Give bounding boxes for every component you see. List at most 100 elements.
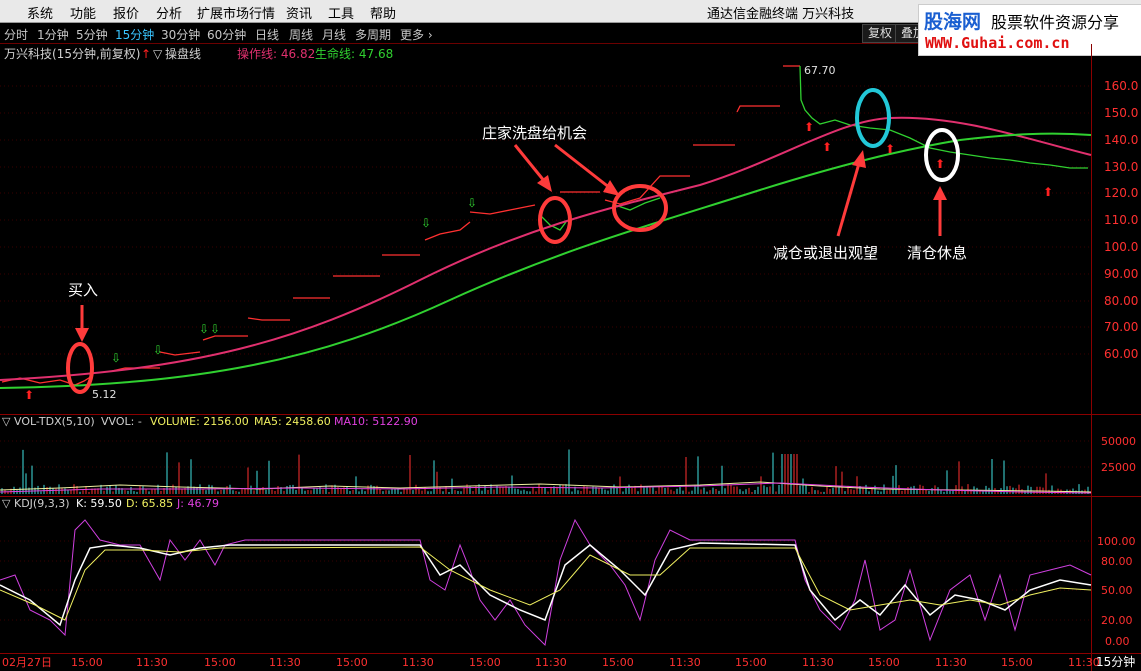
price-tick: 160.0 — [1104, 79, 1138, 93]
time-axis: 02月27日 15:00 11:30 15:00 11:30 15:00 11:… — [2, 656, 1100, 669]
kdj-axis-tick: 0.00 — [1105, 635, 1130, 648]
green-down-arrow-icon: ⇩ — [210, 322, 220, 336]
indicator-name[interactable]: 操盘线 — [165, 46, 201, 61]
clear-annotation: 清仓休息 — [907, 244, 967, 262]
period-daily[interactable]: 日线 — [255, 26, 279, 43]
price-tick: 130.0 — [1104, 160, 1138, 174]
vol-ma10-label: MA10: 5122.90 — [334, 415, 418, 428]
time-label: 11:30 — [802, 656, 834, 669]
buy-annotation: 买入 — [68, 281, 98, 299]
menu-function[interactable]: 功能 — [70, 3, 96, 22]
period-15min[interactable]: 15分钟 — [115, 26, 154, 43]
time-label: 11:30 — [535, 656, 567, 669]
clear-circle — [924, 128, 960, 182]
period-multi[interactable]: 多周期 — [355, 26, 391, 43]
period-1min[interactable]: 1分钟 — [37, 26, 69, 43]
kdj-axis-tick: 100.00 — [1097, 535, 1136, 548]
red-up-arrow-icon: ⬆ — [1043, 185, 1053, 199]
time-label: 11:30 — [1068, 656, 1100, 669]
menu-extended-market[interactable]: 扩展市场行情 — [197, 3, 275, 22]
time-label: 15:00 — [469, 656, 501, 669]
app-title: 通达信金融终端 万兴科技 — [707, 7, 855, 22]
green-down-arrow-icon: ⇩ — [421, 216, 431, 230]
time-label: 15:00 — [336, 656, 368, 669]
time-label: 15:00 — [735, 656, 767, 669]
main-panel-title: 万兴科技(15分钟,前复权) — [4, 46, 140, 61]
time-label: 15:00 — [1001, 656, 1033, 669]
vol-panel-title[interactable]: VOL-TDX(5,10) — [14, 415, 95, 428]
signal-arrows: ⬆ ⇩ ⇩ ⇩ ⇩ ⇩ ⇩ ⬆ ⬆ ⬆ ⬆ ⬆ — [24, 120, 1053, 402]
vol-ma5-label: MA5: 2458.60 — [254, 415, 331, 428]
menu-tools[interactable]: 工具 — [328, 3, 354, 22]
price-tick: 120.0 — [1104, 186, 1138, 200]
red-up-arrow-icon: ⬆ — [885, 142, 895, 156]
kdj-axis-tick: 50.00 — [1101, 584, 1133, 597]
wash-annotation: 庄家洗盘给机会 — [482, 124, 587, 142]
annotations: 买入 庄家洗盘给机会 减仓或退出观望 清仓休息 — [66, 88, 967, 394]
up-arrow-icon: ↑ — [141, 47, 151, 61]
period-weekly[interactable]: 周线 — [289, 26, 313, 43]
high-price-label: 67.70 — [804, 64, 836, 77]
kdj-d-label: D: 65.85 — [126, 497, 173, 510]
logo-text: 股海网 — [924, 11, 982, 33]
red-up-arrow-icon: ⬆ — [822, 140, 832, 154]
period-more[interactable]: 更多 › — [400, 26, 433, 43]
green-down-arrow-icon: ⇩ — [467, 196, 477, 210]
period-60min[interactable]: 60分钟 — [207, 26, 246, 43]
menu-quote[interactable]: 报价 — [113, 3, 139, 22]
triangle-down-icon[interactable]: ▽ — [153, 47, 163, 61]
price-axis: 160.0 150.0 140.0 130.0 120.0 110.0 100.… — [1104, 79, 1138, 361]
kdj-panel-title[interactable]: KDJ(9,3,3) — [14, 497, 70, 510]
time-label: 02月27日 — [2, 656, 52, 669]
adjust-button[interactable]: 复权 — [862, 24, 899, 43]
triangle-down-icon[interactable]: ▽ — [2, 497, 11, 510]
kdj-k-line — [0, 542, 1092, 627]
menu-news[interactable]: 资讯 — [286, 3, 312, 22]
kdj-j-line — [0, 518, 1092, 647]
vol-axis-tick: 50000 — [1101, 435, 1136, 448]
time-label: 11:30 — [669, 656, 701, 669]
menu-help[interactable]: 帮助 — [370, 3, 396, 22]
red-up-arrow-icon: ⬆ — [24, 388, 34, 402]
price-tick: 80.00 — [1104, 294, 1138, 308]
time-label: 15:00 — [71, 656, 103, 669]
period-indicator[interactable]: 15分钟 — [1096, 654, 1135, 669]
price-tick: 140.0 — [1104, 133, 1138, 147]
low-price-label: 5.12 — [92, 388, 117, 401]
time-label: 15:00 — [602, 656, 634, 669]
chart-canvas[interactable]: 万兴科技(15分钟,前复权) ↑ ▽ 操盘线 操作线: 46.82 生命线: 4… — [0, 44, 1141, 671]
price-tick: 90.00 — [1104, 267, 1138, 281]
chevron-right-icon: › — [427, 28, 433, 42]
triangle-down-icon[interactable]: ▽ — [2, 415, 11, 428]
kdj-d-line — [0, 546, 1092, 621]
life-line-label: 生命线: 47.68 — [315, 46, 393, 61]
red-up-arrow-icon: ⬆ — [804, 120, 814, 134]
price-tick: 150.0 — [1104, 106, 1138, 120]
vol-volume-label: VOLUME: 2156.00 — [150, 415, 249, 428]
vol-axis-tick: 25000 — [1101, 461, 1136, 474]
price-tick: 70.00 — [1104, 320, 1138, 334]
period-intraday[interactable]: 分时 — [4, 26, 28, 43]
op-line-label: 操作线: 46.82 — [237, 46, 315, 61]
vol-vvol-label: VVOL: - — [101, 415, 142, 428]
menu-analysis[interactable]: 分析 — [156, 3, 182, 22]
kdj-axis-tick: 80.00 — [1101, 555, 1133, 568]
period-monthly[interactable]: 月线 — [322, 26, 346, 43]
time-label: 11:30 — [269, 656, 301, 669]
time-label: 15:00 — [204, 656, 236, 669]
price-candles — [1, 65, 800, 386]
green-down-arrow-icon: ⇩ — [153, 343, 163, 357]
kdj-k-label: K: 59.50 — [76, 497, 122, 510]
green-down-arrow-icon: ⇩ — [199, 322, 209, 336]
time-label: 11:30 — [136, 656, 168, 669]
red-up-arrow-icon: ⬆ — [935, 157, 945, 171]
logo-slogan: 股票软件资源分享 — [991, 13, 1120, 32]
period-5min[interactable]: 5分钟 — [76, 26, 108, 43]
price-tick: 110.0 — [1104, 213, 1138, 227]
menu-system[interactable]: 系统 — [27, 3, 53, 22]
time-label: 11:30 — [935, 656, 967, 669]
kdj-axis: 100.00 80.00 50.00 20.00 0.00 — [1097, 535, 1136, 648]
kdj-axis-tick: 20.00 — [1101, 614, 1133, 627]
reduce-annotation: 减仓或退出观望 — [773, 244, 878, 262]
period-30min[interactable]: 30分钟 — [161, 26, 200, 43]
